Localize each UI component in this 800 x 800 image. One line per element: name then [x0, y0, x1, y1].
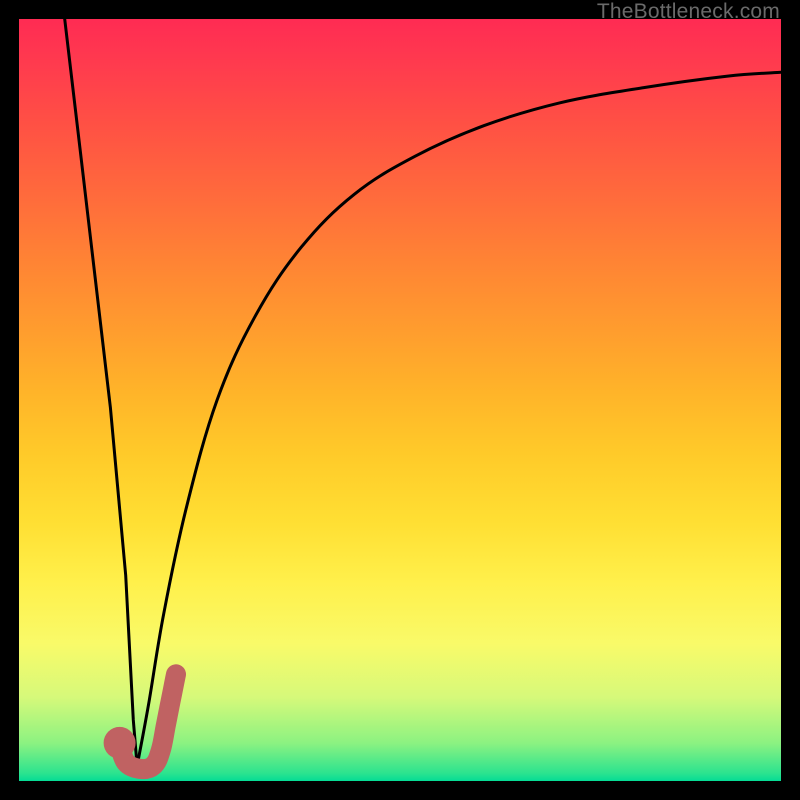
watermark-text: TheBottleneck.com	[597, 0, 780, 24]
chart-svg	[19, 19, 781, 781]
bottleneck-curve	[65, 19, 781, 766]
curve-left-branch	[65, 19, 137, 766]
plot-area	[19, 19, 781, 781]
curve-right-branch	[137, 72, 781, 766]
chart-frame: TheBottleneck.com	[0, 0, 800, 800]
j-marker-dot	[104, 727, 136, 759]
